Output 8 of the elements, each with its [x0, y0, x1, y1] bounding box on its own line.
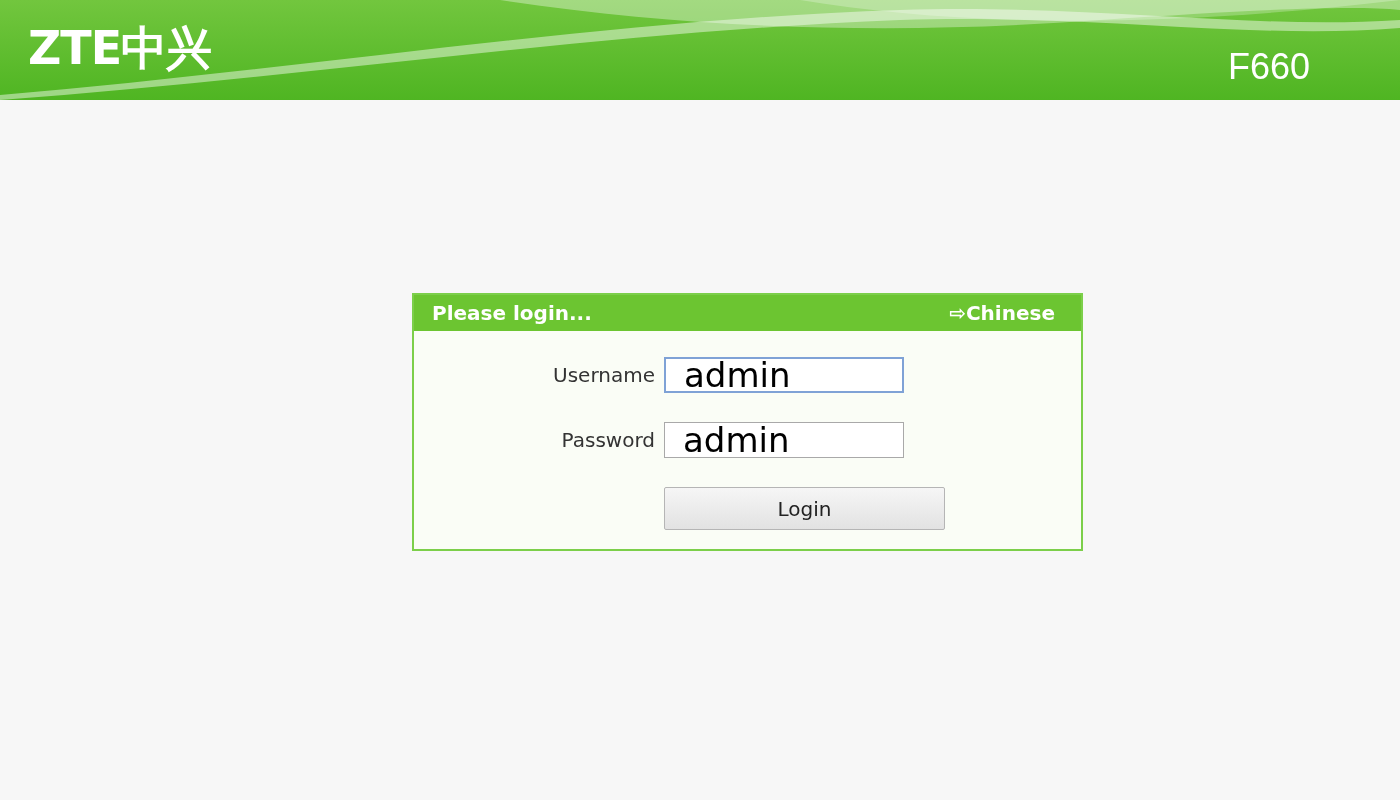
field-label: Password	[560, 428, 655, 452]
model-name: F660	[1227, 46, 1310, 88]
login-button[interactable]: Login	[664, 487, 945, 530]
input-field[interactable]: admin	[664, 422, 904, 458]
login-title: Please login...	[432, 301, 592, 325]
logo: ZTE中兴	[28, 20, 212, 77]
input-field[interactable]: admin	[664, 357, 904, 393]
field-label: Username	[552, 363, 655, 387]
